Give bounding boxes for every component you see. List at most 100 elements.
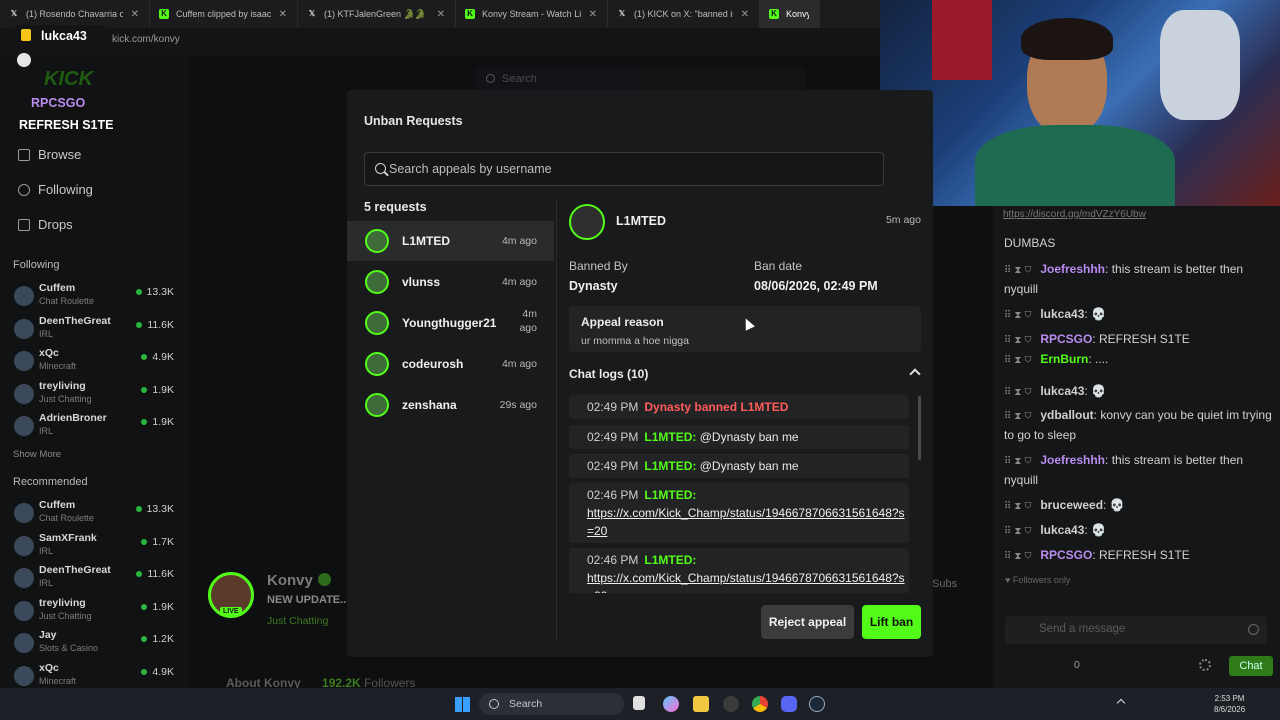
sidebar-channel[interactable]: xQc Minecraft 4.9K [14, 662, 178, 692]
taskview-icon[interactable] [633, 696, 645, 710]
tray-icons[interactable] [1138, 698, 1208, 710]
sidebar-channel[interactable]: Jay Slots & Casino 1.2K [14, 629, 178, 659]
reject-appeal-button[interactable]: Reject appeal [761, 605, 854, 639]
banned-by-label: Banned By [569, 259, 628, 273]
taskbar-search[interactable]: Search [479, 693, 624, 715]
copilot-icon[interactable] [663, 696, 679, 712]
detail-avatar [569, 204, 605, 240]
channel-name: SamXFrank [39, 531, 97, 544]
kick-logo-icon: K [159, 9, 169, 19]
appeal-search[interactable] [364, 152, 884, 186]
request-item[interactable]: zenshana 29s ago [347, 385, 554, 425]
verified-icon [318, 573, 331, 586]
log-link[interactable]: https://x.com/Kick_Champ/status/19466787… [587, 571, 905, 593]
sidebar-channel[interactable]: AdrienBroner IRL 1.9K [14, 412, 178, 442]
log-username[interactable]: L1MTED: [644, 459, 696, 473]
chrome-icon[interactable] [752, 696, 768, 712]
sidebar-channel[interactable]: SamXFrank IRL 1.7K [14, 532, 178, 562]
channel-name: xQc [39, 661, 59, 674]
log-username[interactable]: L1MTED: [644, 430, 696, 444]
detail-username: L1MTED [616, 214, 666, 228]
windows-start-icon[interactable] [455, 697, 470, 712]
request-item[interactable]: codeurosh 4m ago [347, 344, 554, 384]
chat-username[interactable]: Joefreshhh [1040, 453, 1105, 467]
sidebar-channel[interactable]: treyliving Just Chatting 1.9K [14, 380, 178, 410]
browser-tab[interactable]: K Konvy Stream - Watch Live on K ✕ [456, 0, 608, 28]
sidebar-channel[interactable]: Cuffem Chat Roulette 13.3K [14, 499, 178, 529]
chat-logs-title[interactable]: Chat logs (10) [569, 367, 648, 381]
close-tab-icon[interactable]: ✕ [589, 9, 597, 20]
log-username[interactable]: L1MTED: [644, 488, 696, 502]
file-explorer-icon[interactable] [693, 696, 709, 712]
chat-username[interactable]: lukca43 [1040, 384, 1084, 398]
sidebar-channel[interactable]: Cuffem Chat Roulette 13.3K [14, 282, 178, 312]
streamer-name[interactable]: Konvy [267, 572, 313, 589]
browser-tab[interactable]: K Cuffem clipped by isaacishere ✕ [150, 0, 298, 28]
lift-ban-button[interactable]: Lift ban [862, 605, 921, 639]
browser-tab[interactable]: 𝕏 (1) KTFJalenGreen 🐊🐊 on X ✕ [298, 0, 456, 28]
sidebar-channel[interactable]: xQc Minecraft 4.9K [14, 347, 178, 377]
emoji-icon[interactable] [1248, 624, 1259, 635]
nav-browse[interactable]: Browse [18, 147, 81, 162]
stream-category[interactable]: Just Chatting [267, 615, 328, 627]
chevron-up-icon[interactable] [909, 368, 921, 380]
address-bar[interactable]: kick.com/konvy [0, 28, 880, 56]
chat-username[interactable]: RPCSGO [1040, 332, 1092, 346]
site-search-bar[interactable]: Search [476, 68, 806, 92]
appeal-search-input[interactable] [389, 153, 869, 185]
close-tab-icon[interactable]: ✕ [131, 9, 139, 20]
chat-username[interactable]: lukca43 [1040, 523, 1084, 537]
request-username: Youngthugger21 [402, 316, 497, 330]
browser-tab[interactable]: 𝕏 (1) KICK on X: "banned in chat" ✕ [608, 0, 760, 28]
steam-icon[interactable] [809, 696, 825, 712]
jersey-white [1160, 10, 1240, 120]
request-avatar [365, 311, 389, 335]
request-item[interactable]: L1MTED 4m ago [347, 221, 554, 261]
settings-gear-icon[interactable] [1199, 659, 1211, 671]
logs-scrollbar[interactable] [918, 396, 921, 460]
pinned-link[interactable]: https://discord.gg/mdVZzY6Ubw [1003, 209, 1146, 220]
nav-following[interactable]: Following [18, 182, 93, 197]
request-item[interactable]: Youngthugger21 4m ago [347, 303, 554, 343]
close-tab-icon[interactable]: ✕ [741, 9, 749, 20]
pin-icon [21, 29, 31, 41]
windows-taskbar: Search 2:53 PM 8/6/2026 [0, 688, 1280, 720]
channel-category: Just Chatting [39, 610, 92, 621]
chat-username[interactable]: lukca43 [1040, 307, 1084, 321]
viewer-count-value: 1.7K [152, 535, 174, 548]
channel-avatar [14, 383, 34, 404]
sidebar-channel[interactable]: DeenTheGreat IRL 11.6K [14, 564, 178, 594]
nav-drops[interactable]: Drops [18, 217, 73, 232]
close-tab-icon[interactable]: ✕ [437, 9, 445, 20]
chat-username[interactable]: ydballout [1040, 408, 1093, 422]
chat-username[interactable]: bruceweed [1040, 498, 1103, 512]
browser-tab[interactable]: K Konvy Strea [760, 0, 820, 28]
chat-username[interactable]: RPCSGO [1040, 548, 1092, 562]
show-more-link[interactable]: Show More [13, 449, 61, 460]
log-username[interactable]: L1MTED: [644, 553, 696, 567]
url-text[interactable]: kick.com/konvy [112, 34, 180, 45]
chat-username[interactable]: ErnBurn [1040, 352, 1088, 366]
subs-button[interactable]: Subs [932, 578, 957, 590]
tray-chevron-icon[interactable] [1116, 698, 1126, 708]
log-ban-event: Dynasty banned L1MTED [644, 400, 789, 414]
taskbar-clock[interactable]: 2:53 PM 8/6/2026 [1214, 693, 1245, 715]
discord-icon[interactable] [781, 696, 797, 712]
search-icon [486, 74, 495, 83]
close-tab-icon[interactable]: ✕ [279, 9, 287, 20]
app-icon[interactable] [723, 696, 739, 712]
viewer-count-value: 13.3K [146, 286, 174, 298]
request-item[interactable]: vlunss 4m ago [347, 262, 554, 302]
chat-input[interactable]: Send a message [1005, 616, 1267, 644]
chat-log-entry: 02:49 PM L1MTED: @Dynasty ban me [569, 425, 909, 449]
chat-username[interactable]: Joefreshhh [1040, 262, 1105, 276]
chat-message: ⠿⧗⛉ ErnBurn: .... [1004, 350, 1274, 370]
sidebar-channel[interactable]: treyliving Just Chatting 1.9K [14, 597, 178, 627]
chat-send-button[interactable]: Chat [1229, 656, 1273, 676]
request-avatar [365, 270, 389, 294]
log-link[interactable]: https://x.com/Kick_Champ/status/19466787… [587, 506, 905, 538]
browser-tab[interactable]: 𝕏 (1) Rosendo Chavarria on X: "J ✕ [0, 0, 150, 28]
sidebar-channel[interactable]: DeenTheGreat IRL 11.6K [14, 315, 178, 345]
kick-logo-icon: K [769, 9, 779, 19]
viewer-count: 1.9K [141, 384, 174, 396]
